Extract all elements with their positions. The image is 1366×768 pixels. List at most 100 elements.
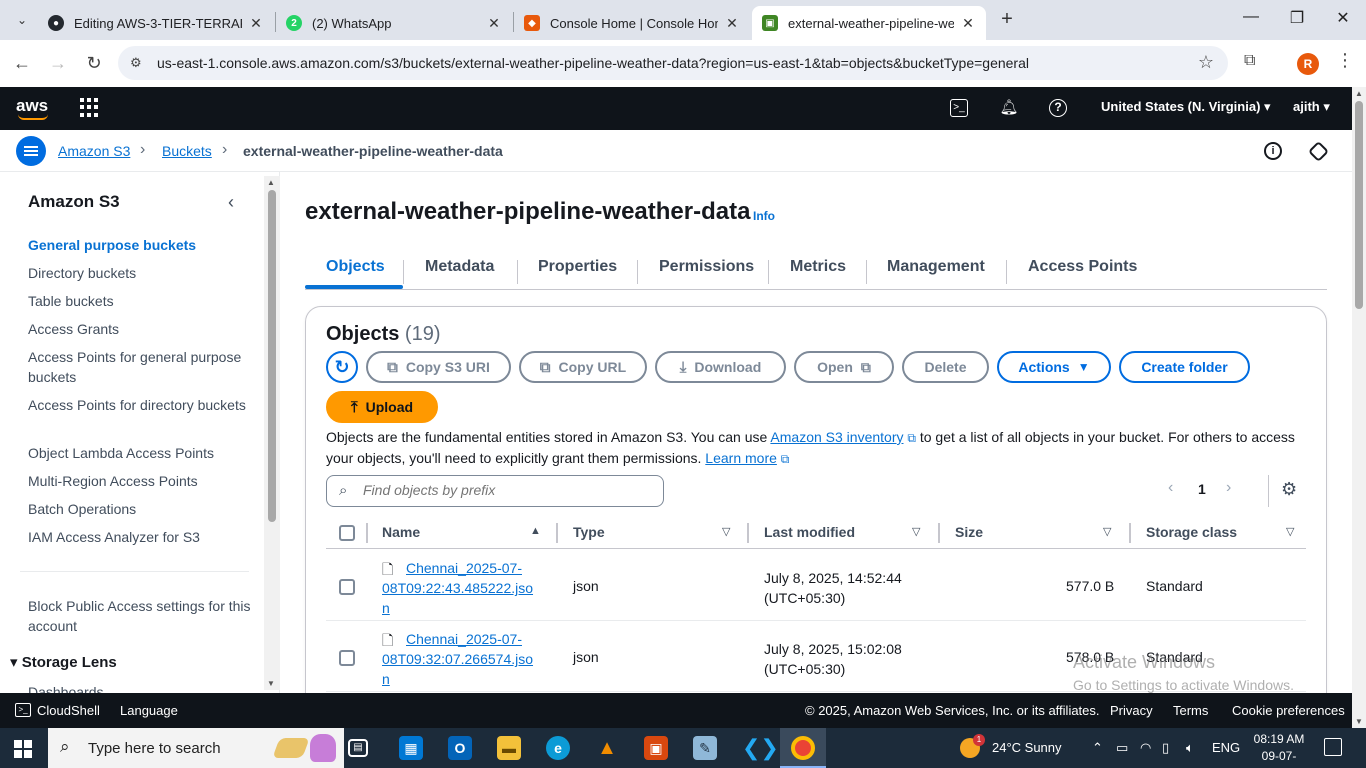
tab-permissions[interactable]: Permissions xyxy=(659,258,754,276)
back-arrow-icon[interactable]: ← xyxy=(10,52,34,76)
select-all-checkbox[interactable] xyxy=(339,525,355,541)
sidebar-item-table-buckets[interactable]: Table buckets xyxy=(28,291,253,311)
battery-icon[interactable]: ▯ xyxy=(1162,740,1169,756)
windows-start-icon[interactable] xyxy=(14,740,32,758)
sidebar-item-object-lambda[interactable]: Object Lambda Access Points xyxy=(28,443,253,463)
search-input[interactable] xyxy=(363,482,653,498)
region-selector[interactable]: United States (N. Virginia) ▾ xyxy=(1101,99,1271,115)
browser-tab-github[interactable]: ● Editing AWS-3-TIER-TERRAFOR ✕ xyxy=(38,6,274,40)
browser-tab-whatsapp[interactable]: 2 (2) WhatsApp ✕ xyxy=(276,6,512,40)
help-icon[interactable]: ? xyxy=(1049,99,1067,117)
footer-privacy-link[interactable]: Privacy xyxy=(1110,703,1153,718)
weather-text[interactable]: 24°C Sunny xyxy=(992,740,1062,755)
column-header-type[interactable]: Type xyxy=(573,524,605,540)
page-number[interactable]: 1 xyxy=(1198,481,1206,497)
menu-hamburger-icon[interactable] xyxy=(16,136,46,166)
close-tab-icon[interactable]: ✕ xyxy=(724,15,740,32)
info-circle-icon[interactable]: i xyxy=(1264,142,1282,160)
task-view-icon[interactable]: ▤ xyxy=(348,739,368,757)
footer-terms-link[interactable]: Terms xyxy=(1173,703,1208,718)
sidebar-scrollbar[interactable]: ▲ ▼ xyxy=(264,176,280,690)
tab-objects[interactable]: Objects xyxy=(326,258,385,276)
vlc-icon[interactable]: ▲ xyxy=(595,736,619,760)
find-objects-search[interactable]: ⌕ xyxy=(326,475,664,507)
column-header-last-modified[interactable]: Last modified xyxy=(764,524,855,540)
tab-metrics[interactable]: Metrics xyxy=(790,258,846,276)
column-header-size[interactable]: Size xyxy=(955,524,983,540)
row-checkbox[interactable] xyxy=(339,650,355,666)
copy-s3-uri-button[interactable]: ⧉ Copy S3 URI xyxy=(366,351,511,383)
s3-inventory-link[interactable]: Amazon S3 inventory xyxy=(770,429,903,445)
table-row[interactable]: 🗋 Chennai_2025-07- 08T09:22:43.485222.jso… xyxy=(326,550,1306,621)
row-checkbox[interactable] xyxy=(339,579,355,595)
delete-button[interactable]: Delete xyxy=(902,351,989,383)
bookmark-star-icon[interactable]: ☆ xyxy=(1198,52,1214,73)
tray-device-icon[interactable]: ▭ xyxy=(1116,740,1128,756)
actions-dropdown-button[interactable]: Actions ▼ xyxy=(997,351,1111,383)
notifications-bell-icon[interactable]: 🔔︎ xyxy=(999,98,1019,118)
close-tab-icon[interactable]: ✕ xyxy=(248,15,264,32)
reload-icon[interactable]: ↻ xyxy=(82,52,106,76)
extensions-puzzle-icon[interactable]: ⧉ xyxy=(1244,52,1264,72)
vscode-icon[interactable]: ❮❯ xyxy=(742,736,779,760)
omnibox[interactable]: ⚙ us-east-1.console.aws.amazon.com/s3/bu… xyxy=(118,46,1228,80)
sort-icon[interactable]: ▽ xyxy=(1103,525,1111,538)
edge-browser-icon[interactable]: e xyxy=(546,736,570,760)
open-button[interactable]: Open ⧉ xyxy=(794,351,894,383)
footer-language[interactable]: Language xyxy=(120,703,178,718)
restore-icon[interactable]: ❐ xyxy=(1274,8,1320,32)
new-tab-plus-icon[interactable]: + xyxy=(996,8,1018,32)
browser-tab-console-home[interactable]: ◆ Console Home | Console Home ✕ xyxy=(514,6,750,40)
notification-center-icon[interactable] xyxy=(1324,738,1342,756)
presentation-app-icon[interactable]: ▣ xyxy=(644,736,668,760)
scroll-up-arrow-icon[interactable]: ▲ xyxy=(1355,89,1363,98)
chrome-taskbar-active[interactable] xyxy=(780,728,826,768)
scroll-down-arrow-icon[interactable]: ▼ xyxy=(1355,717,1363,726)
sidebar-item-directory-buckets[interactable]: Directory buckets xyxy=(28,263,253,283)
page-scrollbar[interactable]: ▲ ▼ xyxy=(1352,87,1366,728)
table-settings-gear-icon[interactable]: ⚙ xyxy=(1281,479,1297,500)
browser-menu-icon[interactable]: ⋮ xyxy=(1336,50,1354,71)
tray-chevron-up-icon[interactable]: ⌃ xyxy=(1092,740,1103,756)
scroll-up-arrow-icon[interactable]: ▲ xyxy=(267,178,275,187)
refresh-button[interactable]: ↻ xyxy=(326,351,358,383)
tab-access-points[interactable]: Access Points xyxy=(1028,258,1137,276)
tab-metadata[interactable]: Metadata xyxy=(425,258,494,276)
sidebar-item-access-grants[interactable]: Access Grants xyxy=(28,319,253,339)
close-tab-icon[interactable]: ✕ xyxy=(486,15,502,32)
previous-page-chevron-icon[interactable]: ‹ xyxy=(1168,479,1173,497)
sort-icon[interactable]: ▽ xyxy=(722,525,730,538)
download-button[interactable]: ⤓ Download xyxy=(655,351,786,383)
sidebar-item-iam-access-analyzer[interactable]: IAM Access Analyzer for S3 xyxy=(28,527,253,547)
close-tab-icon[interactable]: ✕ xyxy=(960,15,976,32)
footer-cloudshell[interactable]: CloudShell xyxy=(37,703,100,718)
wifi-icon[interactable]: ◠ xyxy=(1140,740,1151,756)
tab-properties[interactable]: Properties xyxy=(538,258,617,276)
volume-icon[interactable]: 🔈︎ xyxy=(1186,740,1194,756)
file-explorer-icon[interactable]: ▬ xyxy=(497,736,521,760)
outlook-icon[interactable]: O xyxy=(448,736,472,760)
tab-management[interactable]: Management xyxy=(887,258,985,276)
column-header-name[interactable]: Name xyxy=(382,524,420,540)
sidebar-item-dashboards[interactable]: Dashboards xyxy=(28,682,253,693)
create-folder-button[interactable]: Create folder xyxy=(1119,351,1250,383)
sidebar-item-general-purpose-buckets[interactable]: General purpose buckets xyxy=(28,235,253,255)
browser-tab-s3-bucket[interactable]: ▣ external-weather-pipeline-weat ✕ xyxy=(752,6,986,40)
sidebar-section-storage-lens[interactable]: ▾ Storage Lens xyxy=(10,653,117,671)
learn-more-link[interactable]: Learn more xyxy=(705,450,777,466)
page-scroll-thumb[interactable] xyxy=(1355,101,1363,309)
forward-arrow-icon[interactable]: → xyxy=(46,52,70,76)
object-name-link[interactable]: Chennai_2025-07- 08T09:22:43.485222.jso n xyxy=(382,558,557,618)
sort-icon[interactable]: ▽ xyxy=(1286,525,1294,538)
sidebar-item-access-points-directory[interactable]: Access Points for directory buckets xyxy=(28,395,253,415)
site-settings-icon[interactable]: ⚙ xyxy=(130,55,146,71)
tab-search-chevron-icon[interactable]: ⌄ xyxy=(8,8,36,32)
url-text[interactable]: us-east-1.console.aws.amazon.com/s3/buck… xyxy=(157,55,1029,71)
taskbar-clock[interactable]: 08:19 AM 09-07-2025 xyxy=(1252,731,1306,768)
close-window-icon[interactable]: ✕ xyxy=(1320,8,1366,32)
sidebar-scroll-thumb[interactable] xyxy=(268,190,276,522)
minimize-icon[interactable]: — xyxy=(1228,8,1274,32)
taskbar-search[interactable]: ⌕ Type here to search xyxy=(48,728,344,768)
next-page-chevron-icon[interactable]: › xyxy=(1226,479,1231,497)
cloudshell-icon[interactable]: >_ xyxy=(15,703,31,717)
